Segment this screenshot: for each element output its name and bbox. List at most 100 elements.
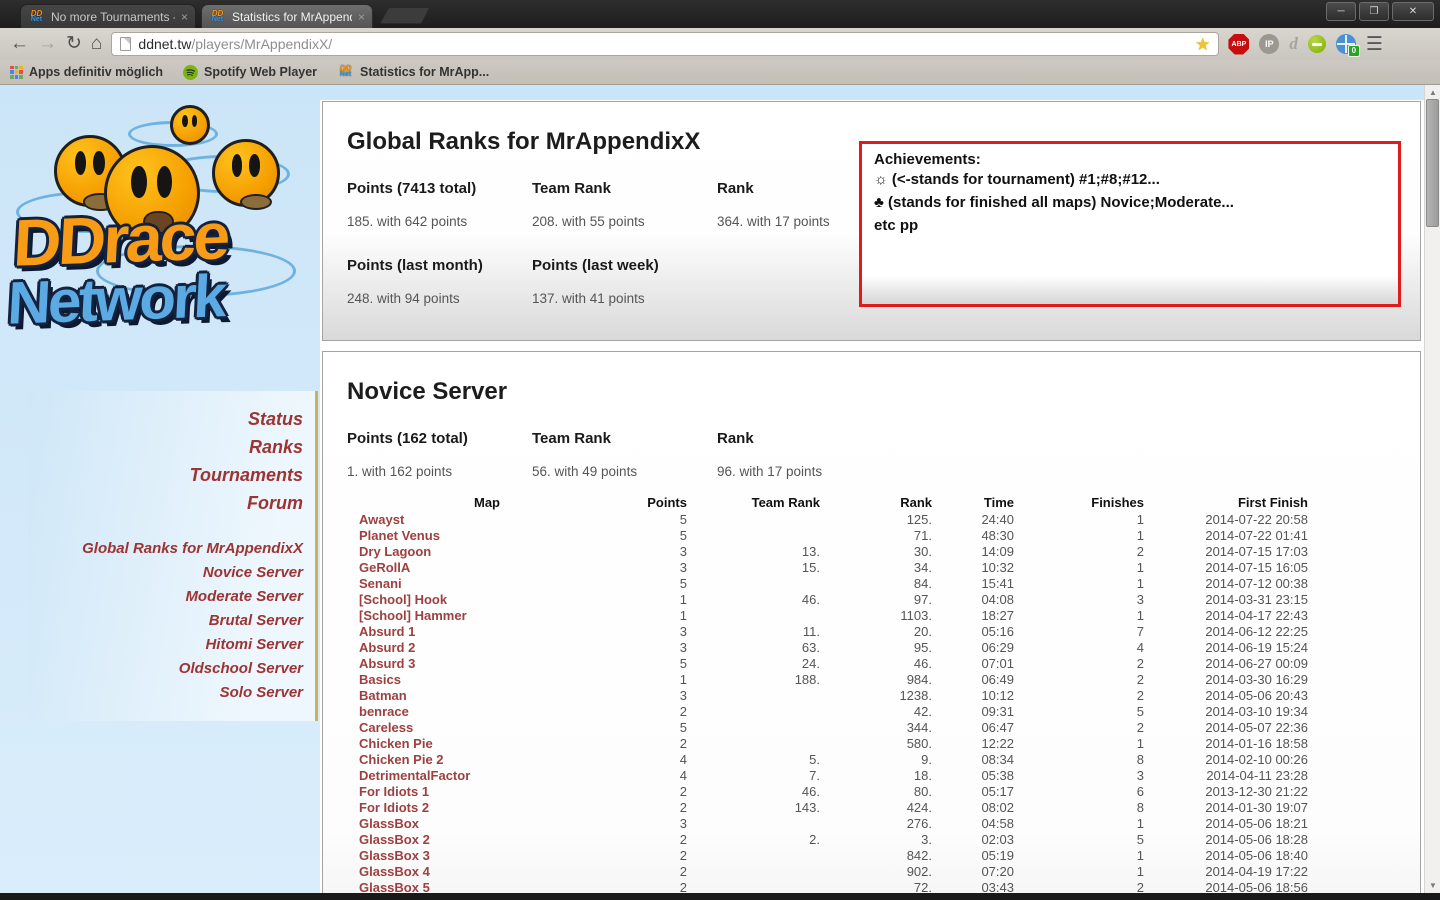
sidebar-link-global-ranks-for-mrappendixx[interactable]: Global Ranks for MrAppendixX [82, 537, 303, 561]
data-cell: 12:22 [934, 736, 1016, 752]
map-link[interactable]: Awayst [359, 512, 404, 527]
d-extension-icon[interactable]: d [1289, 34, 1298, 54]
minimize-button[interactable]: ─ [1326, 2, 1356, 21]
map-link[interactable]: GlassBox 4 [359, 864, 430, 879]
address-bar[interactable]: ddnet.tw/players/MrAppendixX/ ★ [111, 32, 1219, 56]
novice-server-title: Novice Server [347, 378, 1420, 406]
data-cell: 04:08 [934, 592, 1016, 608]
reload-button-icon[interactable]: ↻ [66, 34, 82, 54]
data-cell: 1103. [822, 608, 934, 624]
map-link[interactable]: [School] Hammer [359, 608, 467, 623]
home-button-icon[interactable]: ⌂ [91, 34, 102, 54]
map-link[interactable]: Planet Venus [359, 528, 440, 543]
adblock-plus-icon[interactable]: ABP [1228, 34, 1249, 55]
map-cell: For Idiots 2 [347, 800, 627, 816]
data-cell: 2 [627, 736, 689, 752]
data-cell [689, 736, 822, 752]
map-link[interactable]: For Idiots 1 [359, 784, 429, 799]
url-text[interactable]: ddnet.tw/players/MrAppendixX/ [138, 36, 1188, 52]
sidebar-link-moderate-server[interactable]: Moderate Server [185, 585, 303, 609]
data-cell: 2014-06-19 15:24 [1146, 640, 1310, 656]
map-cell: GlassBox [347, 816, 627, 832]
data-cell: 3 [1016, 768, 1146, 784]
map-link[interactable]: Chicken Pie 2 [359, 752, 444, 767]
map-link[interactable]: Senani [359, 576, 402, 591]
tab-bar: DDNet No more Tournaments - F × DDNet St… [0, 0, 1440, 28]
map-link[interactable]: GlassBox [359, 816, 419, 831]
data-cell: 7. [689, 768, 822, 784]
sidebar-link-ranks[interactable]: Ranks [249, 433, 303, 461]
tab-close-icon[interactable]: × [181, 11, 188, 23]
map-link[interactable]: Careless [359, 720, 413, 735]
data-cell: 2014-01-30 19:07 [1146, 800, 1310, 816]
bookmark-star-icon[interactable]: ★ [1195, 36, 1210, 53]
achievement-line: etc pp [874, 214, 1386, 237]
achievement-line: ♣ (stands for finished all maps) Novice;… [874, 191, 1386, 214]
map-link[interactable]: DetrimentalFactor [359, 768, 470, 783]
scroll-up-icon[interactable]: ▲ [1425, 85, 1440, 100]
data-cell: 276. [822, 816, 934, 832]
table-row: Senani584.15:4112014-07-12 00:38 [347, 576, 1310, 592]
map-link[interactable]: Absurd 2 [359, 640, 415, 655]
forward-button-icon[interactable]: → [38, 34, 57, 54]
data-cell: 5 [627, 720, 689, 736]
menu-icon[interactable]: ☰ [1366, 35, 1383, 54]
map-link[interactable]: Batman [359, 688, 407, 703]
map-cell: Batman [347, 688, 627, 704]
achievements-title: Achievements: [874, 151, 1386, 168]
tab-title: Statistics for MrAppendixX [232, 10, 352, 24]
back-button-icon[interactable]: ← [10, 34, 29, 54]
tab-close-icon[interactable]: × [358, 11, 365, 23]
sidebar-link-hitomi-server[interactable]: Hitomi Server [205, 633, 303, 657]
map-link[interactable]: [School] Hook [359, 592, 447, 607]
table-row: [School] Hammer11103.18:2712014-04-17 22… [347, 608, 1310, 624]
sidebar-link-solo-server[interactable]: Solo Server [220, 681, 303, 705]
tab-statistics-for-mrappendixx[interactable]: DDNet Statistics for MrAppendixX × [201, 4, 373, 28]
sidebar-link-novice-server[interactable]: Novice Server [203, 561, 303, 585]
sidebar-link-tournaments[interactable]: Tournaments [190, 461, 303, 489]
restore-button[interactable]: ❐ [1359, 2, 1389, 21]
sidebar-link-forum[interactable]: Forum [247, 489, 303, 517]
stat-label: Points (last week) [532, 257, 717, 274]
new-tab-button[interactable] [379, 7, 430, 24]
bookmark-apps[interactable]: Apps definitiv möglich [10, 65, 163, 79]
close-button[interactable]: ✕ [1392, 2, 1434, 21]
scrollbar-thumb[interactable] [1426, 99, 1439, 227]
map-link[interactable]: GlassBox 5 [359, 880, 430, 893]
data-cell: 2 [627, 880, 689, 893]
map-cell: GlassBox 4 [347, 864, 627, 880]
data-cell: 5 [1016, 832, 1146, 848]
map-link[interactable]: Dry Lagoon [359, 544, 431, 559]
data-cell: 07:20 [934, 864, 1016, 880]
map-link[interactable]: Chicken Pie [359, 736, 433, 751]
data-cell: 6 [1016, 784, 1146, 800]
map-link[interactable]: For Idiots 2 [359, 800, 429, 815]
bookmark-spotify[interactable]: Spotify Web Player [183, 65, 317, 80]
green-extension-icon[interactable] [1308, 35, 1326, 53]
map-link[interactable]: Absurd 3 [359, 656, 415, 671]
page-scrollbar[interactable]: ▲ ▼ [1424, 85, 1440, 893]
map-link[interactable]: Absurd 1 [359, 624, 415, 639]
map-link[interactable]: GlassBox 3 [359, 848, 430, 863]
scroll-down-icon[interactable]: ▼ [1425, 878, 1440, 893]
map-link[interactable]: benrace [359, 704, 409, 719]
map-link[interactable]: GeRollA [359, 560, 410, 575]
sidebar-link-status[interactable]: Status [248, 405, 303, 433]
data-cell: 3 [627, 640, 689, 656]
table-row: Batman31238.10:1222014-05-06 20:43 [347, 688, 1310, 704]
bookmark-ddnet-stats[interactable]: DDNet Statistics for MrApp... [337, 64, 489, 80]
blue-extension-icon[interactable]: 0 [1336, 34, 1356, 54]
tab-no-more-tournaments[interactable]: DDNet No more Tournaments - F × [20, 4, 196, 28]
data-cell: 2014-06-12 22:25 [1146, 624, 1310, 640]
stat-label: Points (7413 total) [347, 180, 532, 197]
sidebar-link-oldschool-server[interactable]: Oldschool Server [179, 657, 303, 681]
ddnet-icon: DDNet [337, 64, 354, 80]
data-cell: 8 [1016, 800, 1146, 816]
ip-lookup-icon[interactable]: IP [1259, 34, 1279, 54]
map-link[interactable]: Basics [359, 672, 401, 687]
data-cell: 1 [1016, 864, 1146, 880]
data-cell: 06:47 [934, 720, 1016, 736]
map-link[interactable]: GlassBox 2 [359, 832, 430, 847]
data-cell: 2 [627, 848, 689, 864]
sidebar-link-brutal-server[interactable]: Brutal Server [209, 609, 303, 633]
